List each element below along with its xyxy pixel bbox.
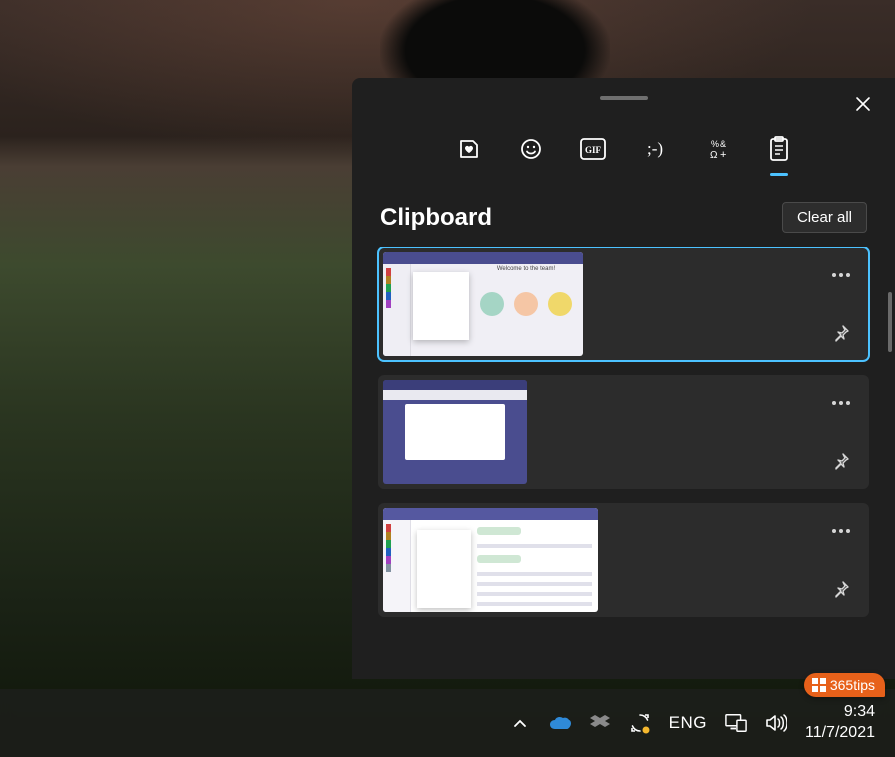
kaomoji-icon: ;-): [641, 139, 669, 159]
sticker-heart-icon: [457, 137, 481, 161]
dropbox-icon: [590, 714, 610, 732]
language-indicator[interactable]: ENG: [669, 713, 707, 733]
close-icon: [855, 96, 871, 112]
svg-text:Ω: Ω: [710, 150, 718, 161]
tab-kaomoji[interactable]: ;-): [640, 134, 670, 164]
svg-text:GIF: GIF: [584, 145, 601, 155]
clipboard-item[interactable]: Welcome to the team!: [378, 247, 869, 361]
clock-time: 9:34: [805, 702, 875, 723]
svg-text:+: +: [720, 149, 726, 161]
more-options-button[interactable]: [827, 261, 855, 289]
drag-handle[interactable]: [600, 96, 648, 100]
more-icon: [831, 272, 851, 278]
tray-volume[interactable]: [765, 712, 787, 734]
sync-icon: [629, 712, 651, 734]
tray-onedrive[interactable]: [549, 712, 571, 734]
tab-emoji[interactable]: [516, 134, 546, 164]
tab-stickers[interactable]: [454, 134, 484, 164]
tray-chevron-up[interactable]: [509, 712, 531, 734]
clipboard-thumbnail: [383, 380, 527, 484]
svg-text:&: &: [720, 139, 726, 149]
emoji-icon: [519, 137, 543, 161]
svg-text:%: %: [711, 139, 719, 149]
tray-dropbox[interactable]: [589, 712, 611, 734]
pin-icon: [832, 324, 850, 342]
close-button[interactable]: [849, 90, 877, 118]
volume-icon: [765, 713, 787, 733]
more-icon: [831, 400, 851, 406]
input-panel: GIF ;-) % & Ω + Clip: [352, 78, 895, 679]
clipboard-thumbnail: Welcome to the team!: [383, 252, 583, 356]
pin-icon: [832, 580, 850, 598]
taskbar: ENG 9:34 11/7/2021: [0, 689, 895, 757]
more-icon: [831, 528, 851, 534]
clipboard-item[interactable]: [378, 375, 869, 489]
symbols-icon: % & Ω +: [705, 137, 729, 161]
clipboard-title: Clipboard: [380, 204, 492, 232]
taskbar-clock[interactable]: 9:34 11/7/2021: [805, 702, 875, 744]
svg-text:;-): ;-): [646, 139, 662, 158]
clock-date: 11/7/2021: [805, 723, 875, 744]
tab-symbols[interactable]: % & Ω +: [702, 134, 732, 164]
clipboard-thumbnail: [383, 508, 598, 612]
tab-gif[interactable]: GIF: [578, 134, 608, 164]
clipboard-header: Clipboard Clear all: [352, 164, 895, 247]
onedrive-icon: [549, 715, 571, 731]
clipboard-icon: [768, 136, 790, 162]
pin-icon: [832, 452, 850, 470]
monitor-icon: [725, 712, 747, 734]
pin-button[interactable]: [827, 447, 855, 475]
chevron-up-icon: [513, 718, 527, 728]
tray-sync[interactable]: [629, 712, 651, 734]
watermark-badge: 365tips: [804, 673, 885, 697]
watermark-text: 365tips: [830, 677, 875, 693]
more-options-button[interactable]: [827, 517, 855, 545]
gif-icon: GIF: [580, 138, 606, 160]
clear-all-button[interactable]: Clear all: [782, 202, 867, 233]
pin-button[interactable]: [827, 575, 855, 603]
more-options-button[interactable]: [827, 389, 855, 417]
clipboard-list[interactable]: Welcome to the team!: [352, 247, 895, 679]
scrollbar-thumb[interactable]: [888, 292, 892, 352]
clipboard-item[interactable]: [378, 503, 869, 617]
tab-clipboard[interactable]: [764, 134, 794, 164]
tray-network-monitor[interactable]: [725, 712, 747, 734]
pin-button[interactable]: [827, 319, 855, 347]
tab-bar: GIF ;-) % & Ω +: [352, 134, 895, 164]
